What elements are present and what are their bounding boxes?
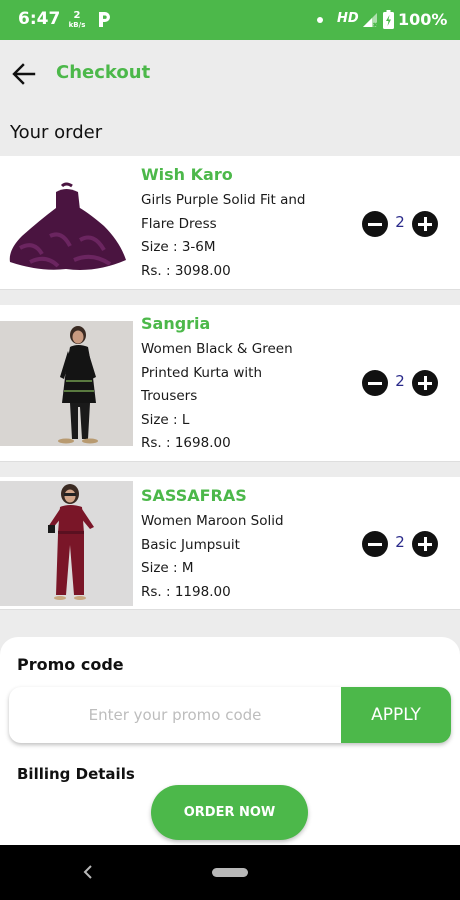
parking-app-icon	[99, 12, 110, 27]
product-name-line: Girls Purple Solid Fit and	[141, 192, 306, 208]
status-time: 6:47	[18, 9, 61, 29]
product-name-line: Women Black & Green	[141, 341, 293, 357]
product-image	[0, 170, 133, 276]
quantity-value: 2	[395, 372, 405, 390]
product-price: Rs. : 1698.00	[141, 435, 231, 451]
apply-button[interactable]: APPLY	[341, 687, 451, 743]
network-speed-unit: kB/s	[68, 21, 86, 29]
quantity-stepper: 2	[362, 210, 442, 238]
product-price: Rs. : 1198.00	[141, 583, 231, 600]
back-arrow-icon[interactable]	[10, 60, 38, 88]
promo-code-heading: Promo code	[17, 655, 124, 674]
order-item-card: SASSAFRAS Women Maroon Solid Basic Jumps…	[0, 477, 460, 610]
nav-home-pill[interactable]	[212, 868, 248, 877]
network-type: HD	[337, 11, 359, 26]
product-size: Size : L	[141, 411, 190, 428]
product-brand: Sangria	[141, 314, 211, 333]
quantity-stepper: 2	[362, 369, 442, 397]
product-name-line: Printed Kurta with	[141, 364, 263, 381]
product-details: Girls Purple Solid Fit and Flare Dress S…	[141, 189, 305, 283]
product-brand: Wish Karo	[141, 165, 233, 184]
product-details: Women Maroon Solid Basic Jumpsuit Size :…	[141, 510, 284, 604]
order-item-card: Wish Karo Girls Purple Solid Fit and Fla…	[0, 156, 460, 290]
product-name-line: Flare Dress	[141, 215, 217, 232]
order-now-button[interactable]: ORDER NOW	[151, 785, 308, 840]
your-order-heading: Your order	[10, 122, 103, 143]
plus-circle-icon[interactable]	[412, 531, 438, 557]
product-image	[0, 481, 133, 606]
product-price: Rs. : 3098.00	[141, 262, 231, 279]
network-speed-value: 2	[73, 10, 81, 21]
system-nav-bar	[0, 845, 460, 900]
plus-circle-icon[interactable]	[412, 211, 438, 237]
promo-code-input[interactable]	[9, 687, 341, 743]
order-item-card: Sangria Women Black & Green Printed Kurt…	[0, 305, 460, 462]
network-speed-indicator: 2 kB/s	[67, 10, 87, 30]
billing-details-heading: Billing Details	[17, 765, 135, 783]
product-name-line: Basic Jumpsuit	[141, 536, 240, 553]
minus-circle-icon[interactable]	[362, 370, 388, 396]
minus-circle-icon[interactable]	[362, 211, 388, 237]
product-details: Women Black & Green Printed Kurta with T…	[141, 338, 293, 456]
plus-circle-icon[interactable]	[412, 370, 438, 396]
product-brand: SASSAFRAS	[141, 486, 247, 505]
product-image	[0, 321, 133, 446]
product-name-line: Trousers	[141, 388, 198, 404]
quantity-value: 2	[395, 213, 405, 231]
page-title: Checkout	[56, 62, 151, 83]
status-bar: 6:47 2 kB/s HD 100%	[0, 0, 460, 40]
quantity-value: 2	[395, 533, 405, 551]
promo-code-box: APPLY	[9, 687, 451, 743]
product-size: Size : M	[141, 560, 194, 576]
app-bar: Checkout	[0, 40, 460, 106]
signal-icon	[363, 13, 378, 28]
battery-percent: 100%	[398, 10, 448, 29]
product-size: Size : 3-6M	[141, 239, 216, 255]
notification-dot-icon	[317, 17, 323, 23]
minus-circle-icon[interactable]	[362, 531, 388, 557]
nav-back-icon[interactable]	[80, 864, 96, 880]
battery-charging-icon	[383, 10, 394, 29]
quantity-stepper: 2	[362, 530, 442, 558]
product-name-line: Women Maroon Solid	[141, 513, 284, 529]
